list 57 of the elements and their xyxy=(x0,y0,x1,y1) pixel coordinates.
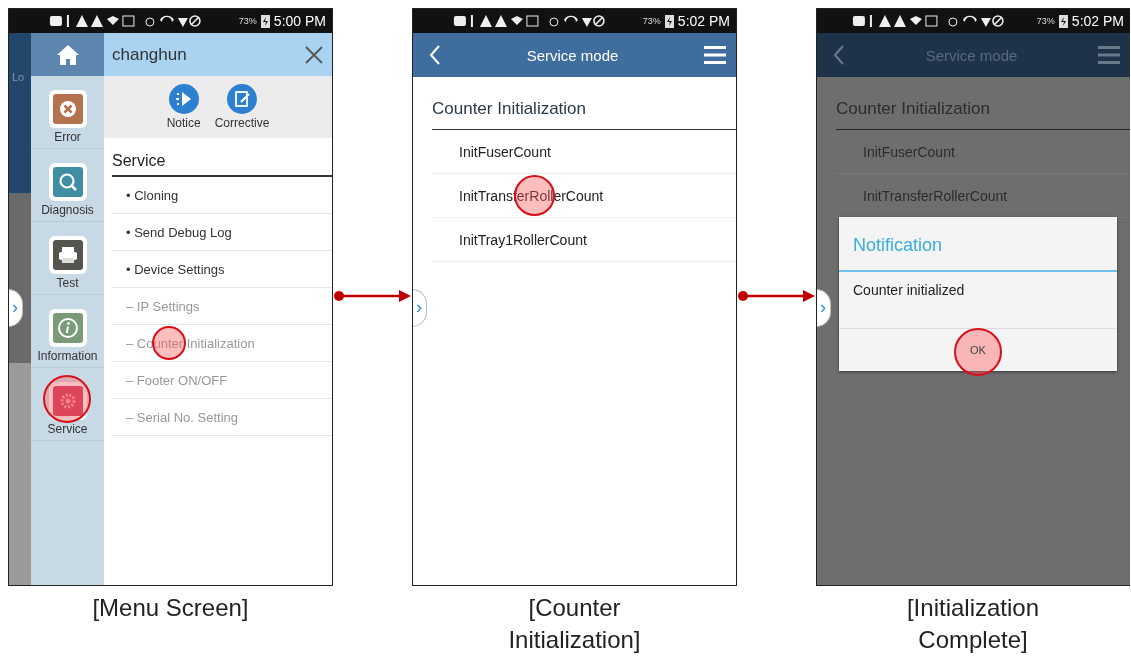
sidebar-label: Diagnosis xyxy=(41,203,94,217)
play-icon xyxy=(168,84,199,114)
close-icon xyxy=(304,44,324,65)
battery-percent: 73% xyxy=(1036,16,1055,26)
battery-percent: 73% xyxy=(238,16,257,26)
list-item[interactable]: InitTray1RollerCount xyxy=(432,218,736,262)
home-tab[interactable] xyxy=(31,33,104,76)
list-heading: Counter Initialization xyxy=(431,98,588,120)
gear-icon xyxy=(52,386,83,416)
dialog-title: Notification xyxy=(852,234,944,257)
status-time: 5:02 PM xyxy=(1071,13,1124,29)
menu-button[interactable] xyxy=(1098,46,1120,64)
menu-icon xyxy=(1098,46,1120,64)
battery-icon xyxy=(1058,14,1068,28)
sidebar-button[interactable] xyxy=(48,382,87,420)
edit-icon xyxy=(227,84,257,114)
menu-item[interactable]: • Cloning xyxy=(112,177,332,214)
caption: [Menu Screen] xyxy=(91,593,250,623)
menu-item[interactable]: • Device Settings xyxy=(112,251,332,288)
caption: [Counter Initialization] xyxy=(507,593,642,655)
battery-icon xyxy=(260,14,270,28)
screen-title: Service mode xyxy=(924,46,1019,64)
back-icon xyxy=(833,45,845,65)
back-icon xyxy=(429,45,441,65)
home-icon xyxy=(55,43,80,66)
close-button[interactable] xyxy=(304,44,324,65)
menu-icon xyxy=(704,46,726,64)
action-button[interactable]: Corrective xyxy=(214,84,270,130)
action-button[interactable]: Notice xyxy=(166,84,201,130)
sidebar-label: Test xyxy=(56,276,79,290)
sidebar-label: Error xyxy=(54,130,81,144)
magnifier-icon xyxy=(52,167,83,197)
sidebar-label: Service xyxy=(47,422,88,436)
battery-percent: 73% xyxy=(642,16,661,26)
list-heading: Counter Initialization xyxy=(835,98,992,120)
sidebar-button[interactable] xyxy=(48,90,87,128)
user-name: changhun xyxy=(112,44,188,65)
dialog-message: Counter initialized xyxy=(852,281,966,300)
sidebar-label: Information xyxy=(37,349,98,363)
section-title: Service xyxy=(112,152,167,171)
error-icon xyxy=(52,94,83,124)
info-icon xyxy=(52,313,83,343)
printer-icon xyxy=(52,240,83,270)
menu-button[interactable] xyxy=(704,46,726,64)
menu-item[interactable]: • Send Debug Log xyxy=(112,214,332,251)
sidebar-button[interactable] xyxy=(48,236,87,274)
back-button[interactable] xyxy=(833,45,845,65)
caption: [Initialization Complete] xyxy=(905,593,1041,655)
sidebar-button[interactable] xyxy=(48,163,87,201)
background-text: Lo xyxy=(12,71,25,83)
battery-icon xyxy=(664,14,674,28)
screen-title: Service mode xyxy=(525,46,620,64)
status-time: 5:00 PM xyxy=(273,13,326,29)
status-time: 5:02 PM xyxy=(677,13,730,29)
list-item[interactable]: InitFuserCount xyxy=(432,130,736,174)
sidebar-button[interactable] xyxy=(48,309,87,347)
ok-button[interactable]: OK xyxy=(955,329,1001,371)
